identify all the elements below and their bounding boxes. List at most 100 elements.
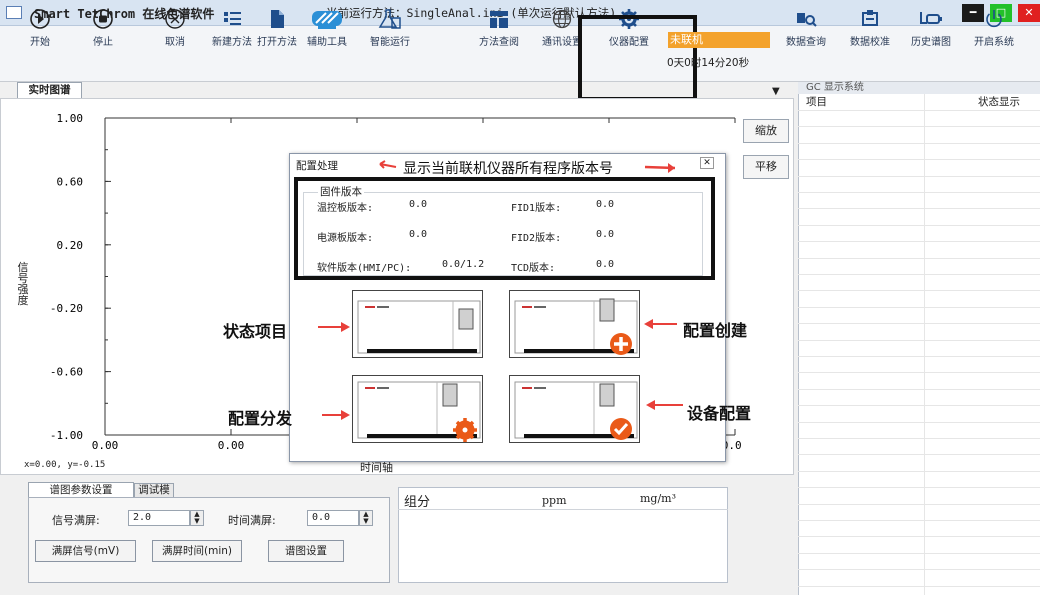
smart-run-button[interactable]: 智能运行 [362,2,418,48]
gc-row-line [798,438,1040,439]
chart-settings-button[interactable]: 谱图设置 [268,540,344,562]
config-create-button[interactable] [509,290,640,358]
gc-row-line [798,520,1040,521]
fid2-value: 0.0 [596,229,615,240]
signal-full-input[interactable]: 2.0 [128,510,190,526]
cancel-label: 取消 [165,37,185,48]
gc-row-line [798,323,1040,324]
new-method-icon [224,12,241,25]
history-button[interactable]: 历史谱图 [903,2,959,48]
start-button[interactable]: 开始 [12,2,68,48]
data-query-button[interactable]: 数据查询 [778,2,834,48]
coord-readout: x=0.00, y=-0.15 [24,460,106,470]
open-method-label: 打开方法 [257,37,297,48]
gc-row-line [798,208,1040,209]
col-ppm: ppm [542,494,567,507]
instrument-add-icon [514,298,638,355]
tab-debug-mode[interactable]: 调试模式 [134,483,174,509]
gc-row-line [798,553,1040,554]
smart-run-label: 智能运行 [370,37,410,48]
gc-row-line [798,536,1040,537]
full-signal-button[interactable]: 满屏信号(mV) [35,540,136,562]
power-button[interactable]: 开启系统 [966,2,1022,48]
signal-spinner[interactable]: ▲ ▼ [190,510,204,526]
signal-full-label: 信号满屏: [52,514,100,527]
gc-row-line [798,192,1040,193]
play-icon [30,9,50,29]
gc-panel-header: GC 显示系统 [798,82,1040,94]
callout-config-distribute: 配置分发 [228,409,293,428]
power-icon [986,10,1002,28]
full-time-button[interactable]: 满屏时间(min) [152,540,242,562]
instrument-icon [357,300,481,354]
cancel-button[interactable]: 取消 [147,2,203,48]
method-lookup-icon [490,11,508,28]
y-tick-label: 0.20 [57,239,84,252]
tcd-label: TCD版本: [511,263,556,274]
pan-button[interactable]: 平移 [743,155,789,179]
power-board-value: 0.0 [409,229,428,240]
gc-row-line [798,110,1040,111]
col-mgm3: mg/m³ [640,492,677,505]
method-lookup-button[interactable]: 方法查阅 [471,2,527,48]
software-version-value: 0.0/1.2 [442,259,485,270]
data-query-icon [797,13,817,27]
time-full-input[interactable]: 0.0 [307,510,359,526]
calibrate-icon [862,10,878,26]
config-distribute-button[interactable] [352,375,483,443]
gc-row-line [798,258,1040,259]
start-label: 开始 [30,37,50,48]
callout-status-items: 状态项目 [223,322,288,341]
stop-icon [93,9,113,29]
method-lookup-label: 方法查阅 [479,37,519,48]
instrument-settings-icon [357,381,481,442]
y-axis-label: 信号强度 [17,261,29,307]
time-spinner[interactable]: ▲ ▼ [359,510,373,526]
instrument-check-icon [514,381,638,440]
status-items-button[interactable] [352,290,483,358]
tab-chart-params[interactable]: 谱图参数设置 [28,482,134,497]
gc-row-line [798,290,1040,291]
gc-row-line [798,143,1040,144]
gc-row-line [798,372,1040,373]
tcd-value: 0.0 [596,259,615,270]
gc-row-line [798,159,1040,160]
tools-button[interactable]: 辅助工具 [299,2,355,48]
tools-label: 辅助工具 [307,37,347,48]
uptime-readout: 0天0时14分20秒 [667,57,750,69]
y-tick-label: -0.20 [50,302,83,315]
temp-board-label: 温控板版本: [317,203,374,214]
gc-row-line [798,471,1040,472]
power-label: 开启系统 [974,37,1014,48]
flask-icon [378,9,401,29]
y-tick-label: -0.60 [50,366,83,379]
y-tick-label: 0.60 [57,175,84,188]
open-method-button[interactable]: 打开方法 [249,2,305,48]
globe-icon [552,9,572,29]
gc-row-line [798,569,1040,570]
gc-row-line [798,274,1040,275]
device-config-button[interactable] [509,375,640,443]
data-calibrate-button[interactable]: 数据校准 [842,2,898,48]
x-tick-label: 0.00 [92,439,119,452]
gc-row-line [798,241,1040,242]
annotation-arrows [379,160,676,173]
callout-config-create: 配置创建 [683,321,748,340]
gc-row-line [798,340,1040,341]
gc-row-line [798,176,1040,177]
zoom-button[interactable]: 缩放 [743,119,789,143]
gc-row-line [798,225,1040,226]
stop-button[interactable]: 停止 [75,2,131,48]
data-calibrate-label: 数据校准 [850,37,890,48]
dialog-close-button[interactable]: ✕ [700,157,714,169]
fid1-value: 0.0 [596,199,615,210]
gc-row-line [798,389,1040,390]
col-component: 组分 [404,495,431,510]
gc-row-line [798,126,1040,127]
open-method-icon [271,10,284,28]
tab-realtime[interactable]: 实时图谱 [17,82,82,98]
temp-board-value: 0.0 [409,199,428,210]
gc-row-line [798,307,1040,308]
power-board-label: 电源板版本: [317,233,374,244]
chevron-down-icon[interactable]: ▼ [772,86,780,97]
